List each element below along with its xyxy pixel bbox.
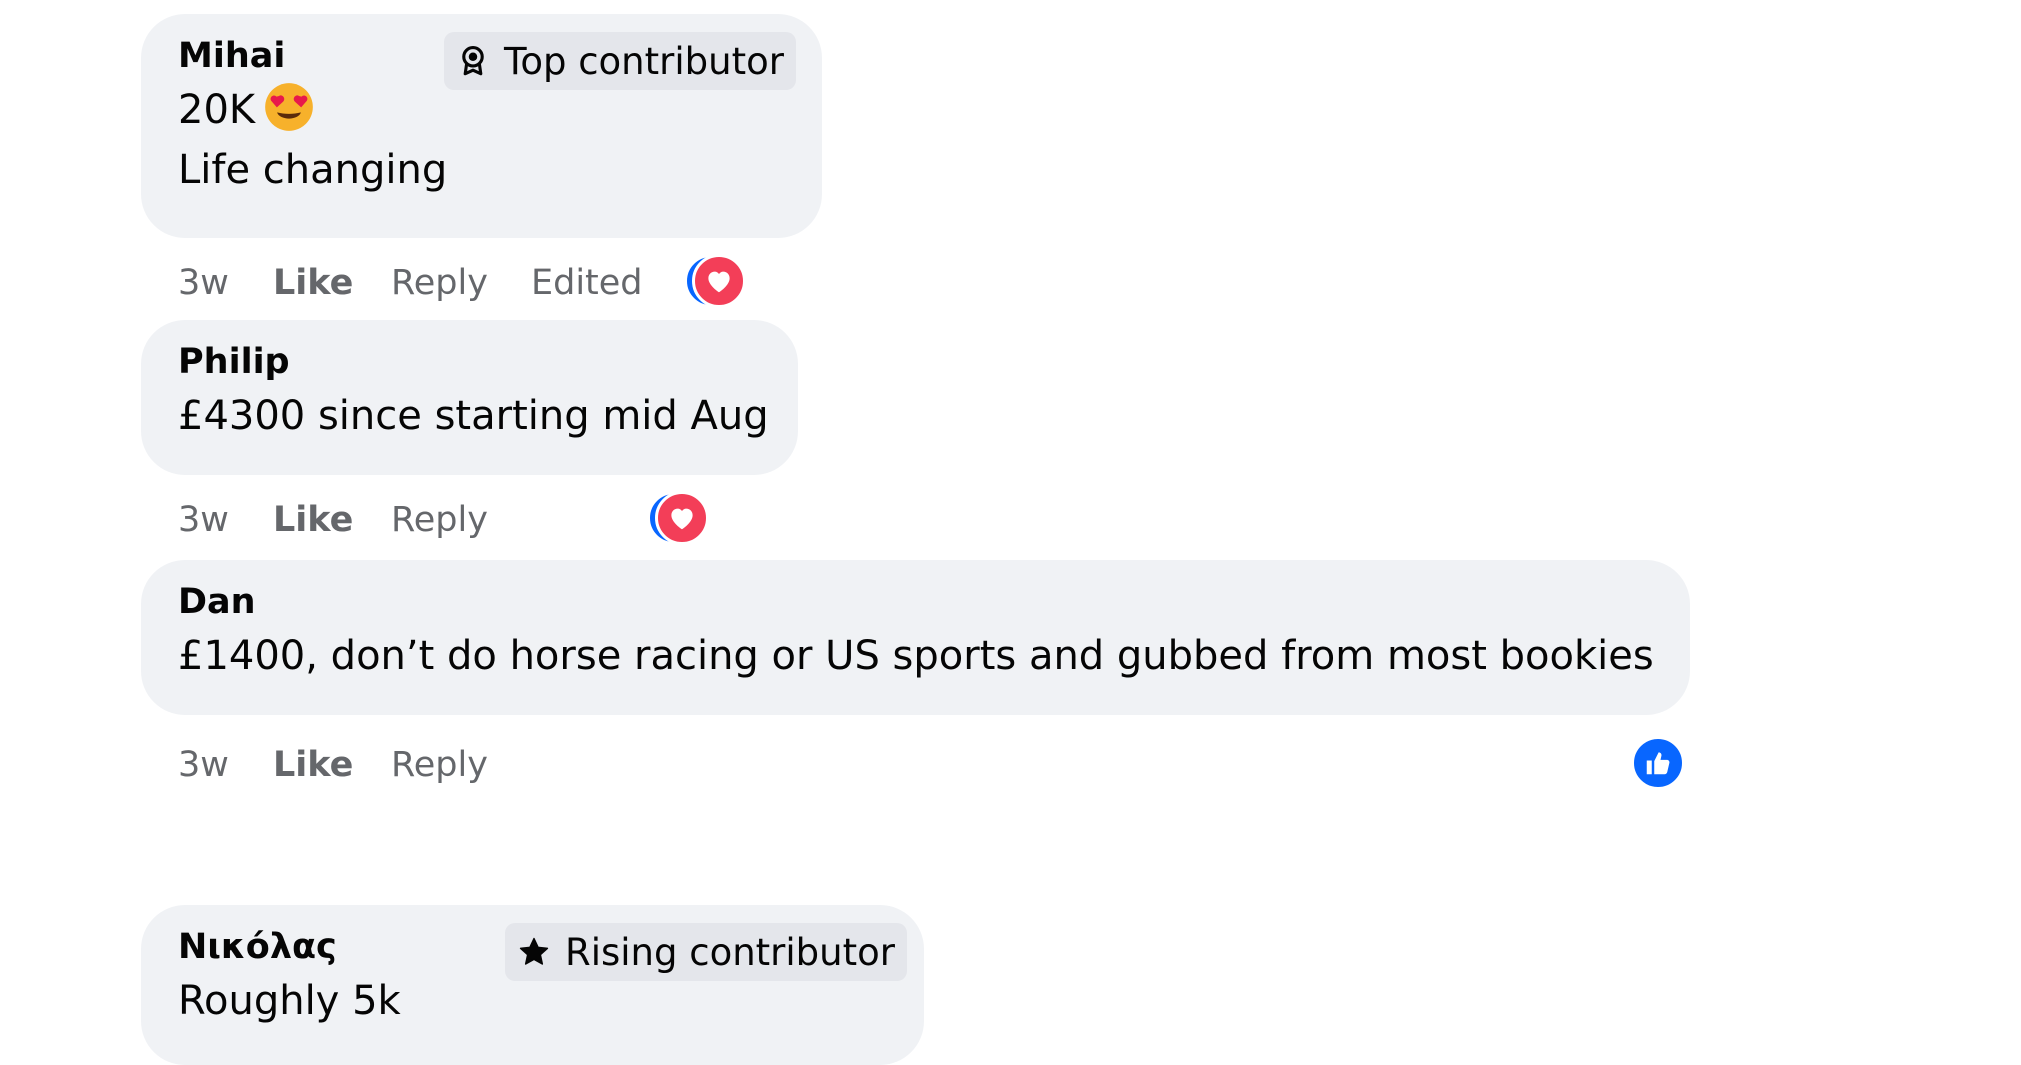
comment: Philip £4300 since starting mid Aug 3w L… (141, 320, 798, 545)
reply-button[interactable]: Reply (391, 258, 488, 308)
comment-text: 20K (178, 87, 256, 133)
comment-actions: 3w Like Reply (141, 736, 1690, 790)
heart-reaction-icon (655, 491, 709, 545)
edited-label[interactable]: Edited (531, 258, 643, 308)
comment-actions: 3w Like Reply 3 (141, 491, 798, 545)
comment: Νικόλας Rising contributor Roughly 5k (141, 905, 924, 1065)
like-button[interactable]: Like (273, 258, 353, 308)
comment-bubble: Νικόλας Rising contributor Roughly 5k (141, 905, 924, 1065)
comment-text: £4300 since starting mid Aug (178, 393, 769, 439)
comment-text: £1400, don’t do horse racing or US sport… (178, 633, 1654, 679)
timestamp[interactable]: 3w (178, 740, 229, 790)
award-ribbon-icon (462, 45, 484, 76)
badge-label: Rising contributor (565, 930, 895, 974)
star-icon (519, 937, 549, 965)
reply-button[interactable]: Reply (391, 740, 488, 790)
comment: Dan £1400, don’t do horse racing or US s… (141, 560, 1690, 790)
timestamp[interactable]: 3w (178, 258, 229, 308)
comment-bubble: Philip £4300 since starting mid Aug (141, 320, 798, 475)
comment-text: Life changing (178, 147, 448, 193)
contributor-badge[interactable]: Rising contributor (505, 923, 907, 981)
comment-bubble: Mihai Top contributor 20K Life changing (141, 14, 822, 238)
comment-actions: 3w Like Reply Edited 3 (141, 254, 822, 308)
heart-reaction-icon (692, 254, 746, 308)
reply-button[interactable]: Reply (391, 495, 488, 545)
comment-bubble: Dan £1400, don’t do horse racing or US s… (141, 560, 1690, 715)
contributor-badge[interactable]: Top contributor (444, 32, 796, 90)
comment-author[interactable]: Dan (178, 578, 1653, 626)
like-reaction-icon (1631, 736, 1685, 790)
comment-author[interactable]: Philip (178, 338, 761, 386)
like-button[interactable]: Like (273, 740, 353, 790)
like-button[interactable]: Like (273, 495, 353, 545)
comment: Mihai Top contributor 20K Life changing … (141, 14, 822, 308)
heart-eyes-emoji (265, 83, 313, 131)
badge-label: Top contributor (504, 39, 784, 83)
timestamp[interactable]: 3w (178, 495, 229, 545)
